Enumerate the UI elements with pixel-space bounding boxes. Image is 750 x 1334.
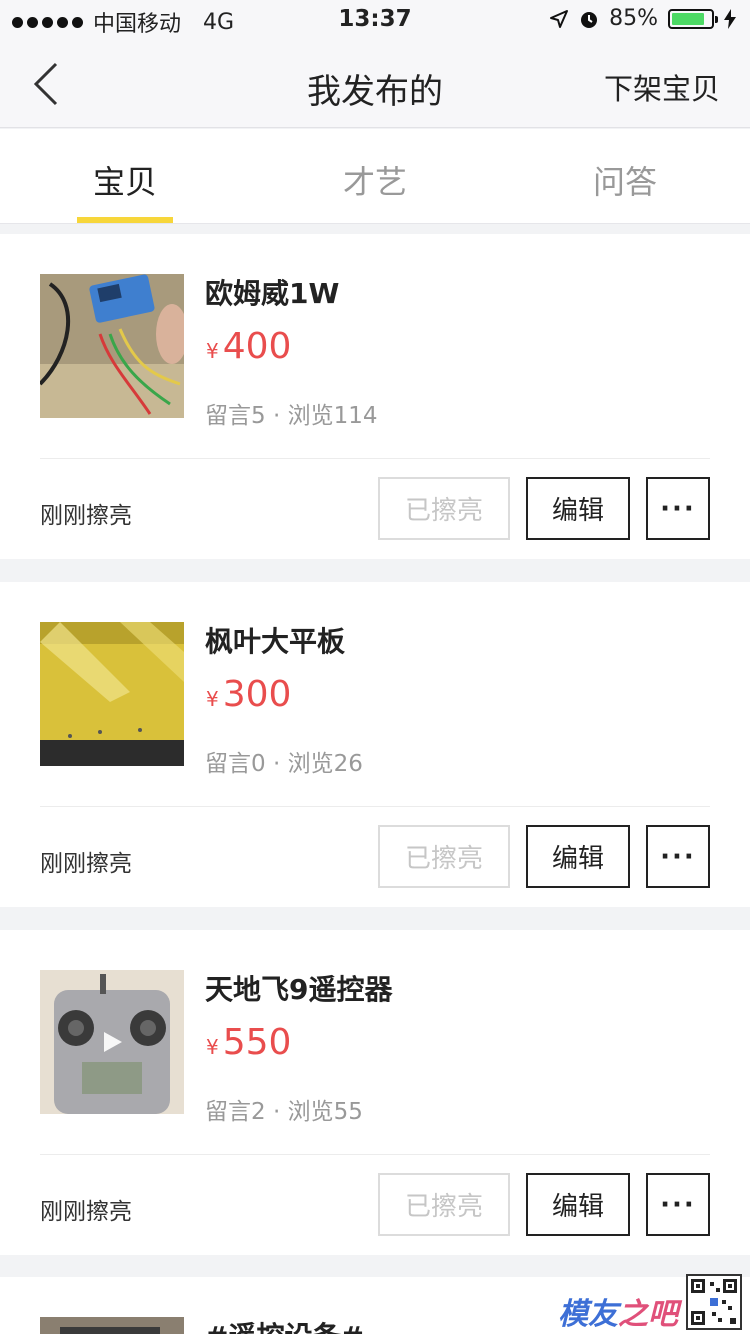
listing-card[interactable]: 枫叶大平板 ¥ 300 留言0 · 浏览26 刚刚擦亮 已擦亮 编辑 ··· [0,582,750,907]
listing-card[interactable]: 欧姆威1W ¥ 400 留言5 · 浏览114 刚刚擦亮 已擦亮 编辑 ··· [0,234,750,559]
item-price: ¥ 300 [206,674,291,715]
edit-button[interactable]: 编辑 [526,825,630,888]
edit-button[interactable]: 编辑 [526,1173,630,1236]
status-bar: 中国移动 4G 13:37 85% [0,0,750,40]
price-value: 300 [222,674,292,715]
product-thumbnail[interactable] [40,622,184,766]
currency-symbol: ¥ [206,1035,219,1059]
more-options-button[interactable]: ··· [646,1173,710,1236]
item-title[interactable]: 枫叶大平板 [205,620,345,660]
item-stats: 留言0 · 浏览26 [205,751,363,777]
charging-bolt-icon [724,8,736,29]
active-tab-indicator [77,217,173,223]
item-stats: 留言5 · 浏览114 [205,403,378,429]
more-options-button[interactable]: ··· [646,477,710,540]
item-title[interactable]: #遥控设备# [205,1315,364,1334]
item-title[interactable]: 欧姆威1W [205,272,339,312]
polished-button[interactable]: 已擦亮 [378,825,510,888]
divider [40,806,710,807]
polished-button[interactable]: 已擦亮 [378,477,510,540]
price-value: 400 [222,326,292,367]
listing-card[interactable]: 天地飞9遥控器 ¥ 550 留言2 · 浏览55 刚刚擦亮 已擦亮 编辑 ··· [0,930,750,1255]
item-title[interactable]: 天地飞9遥控器 [205,968,392,1008]
item-stats: 留言2 · 浏览55 [205,1099,363,1125]
watermark-logo-text: 模友之吧 [558,1300,678,1330]
status-right: 85% [549,6,736,31]
location-arrow-icon [550,9,569,28]
product-thumbnail[interactable] [40,1317,184,1334]
divider [40,458,710,459]
edit-button[interactable]: 编辑 [526,477,630,540]
currency-symbol: ¥ [206,687,219,711]
delist-items-button[interactable]: 下架宝贝 [604,66,720,108]
qr-code-icon [686,1274,742,1330]
divider [40,1154,710,1155]
product-thumbnail[interactable] [40,274,184,418]
watermark-suffix: 之吧 [618,1297,678,1332]
refresh-status: 刚刚擦亮 [40,1199,132,1225]
more-options-button[interactable]: ··· [646,825,710,888]
battery-percent: 85% [609,6,658,31]
currency-symbol: ¥ [206,339,219,363]
nav-bar: 我发布的 下架宝贝 [0,40,750,128]
item-price: ¥ 400 [206,326,291,367]
tab-qa[interactable]: 问答 [500,157,750,203]
item-price: ¥ 550 [206,1022,291,1063]
product-thumbnail[interactable] [40,970,184,1114]
polished-button[interactable]: 已擦亮 [378,1173,510,1236]
refresh-status: 刚刚擦亮 [40,851,132,877]
tab-talents[interactable]: 才艺 [250,157,500,203]
site-watermark: 模友之吧 [558,1274,742,1330]
battery-icon [668,8,718,29]
refresh-status: 刚刚擦亮 [40,503,132,529]
watermark-brand: 模友 [558,1297,618,1332]
tab-items[interactable]: 宝贝 [0,157,250,203]
alarm-clock-icon [581,11,598,28]
tab-bar: 宝贝 才艺 问答 [0,129,750,224]
battery-fill [672,12,705,25]
price-value: 550 [222,1022,292,1063]
